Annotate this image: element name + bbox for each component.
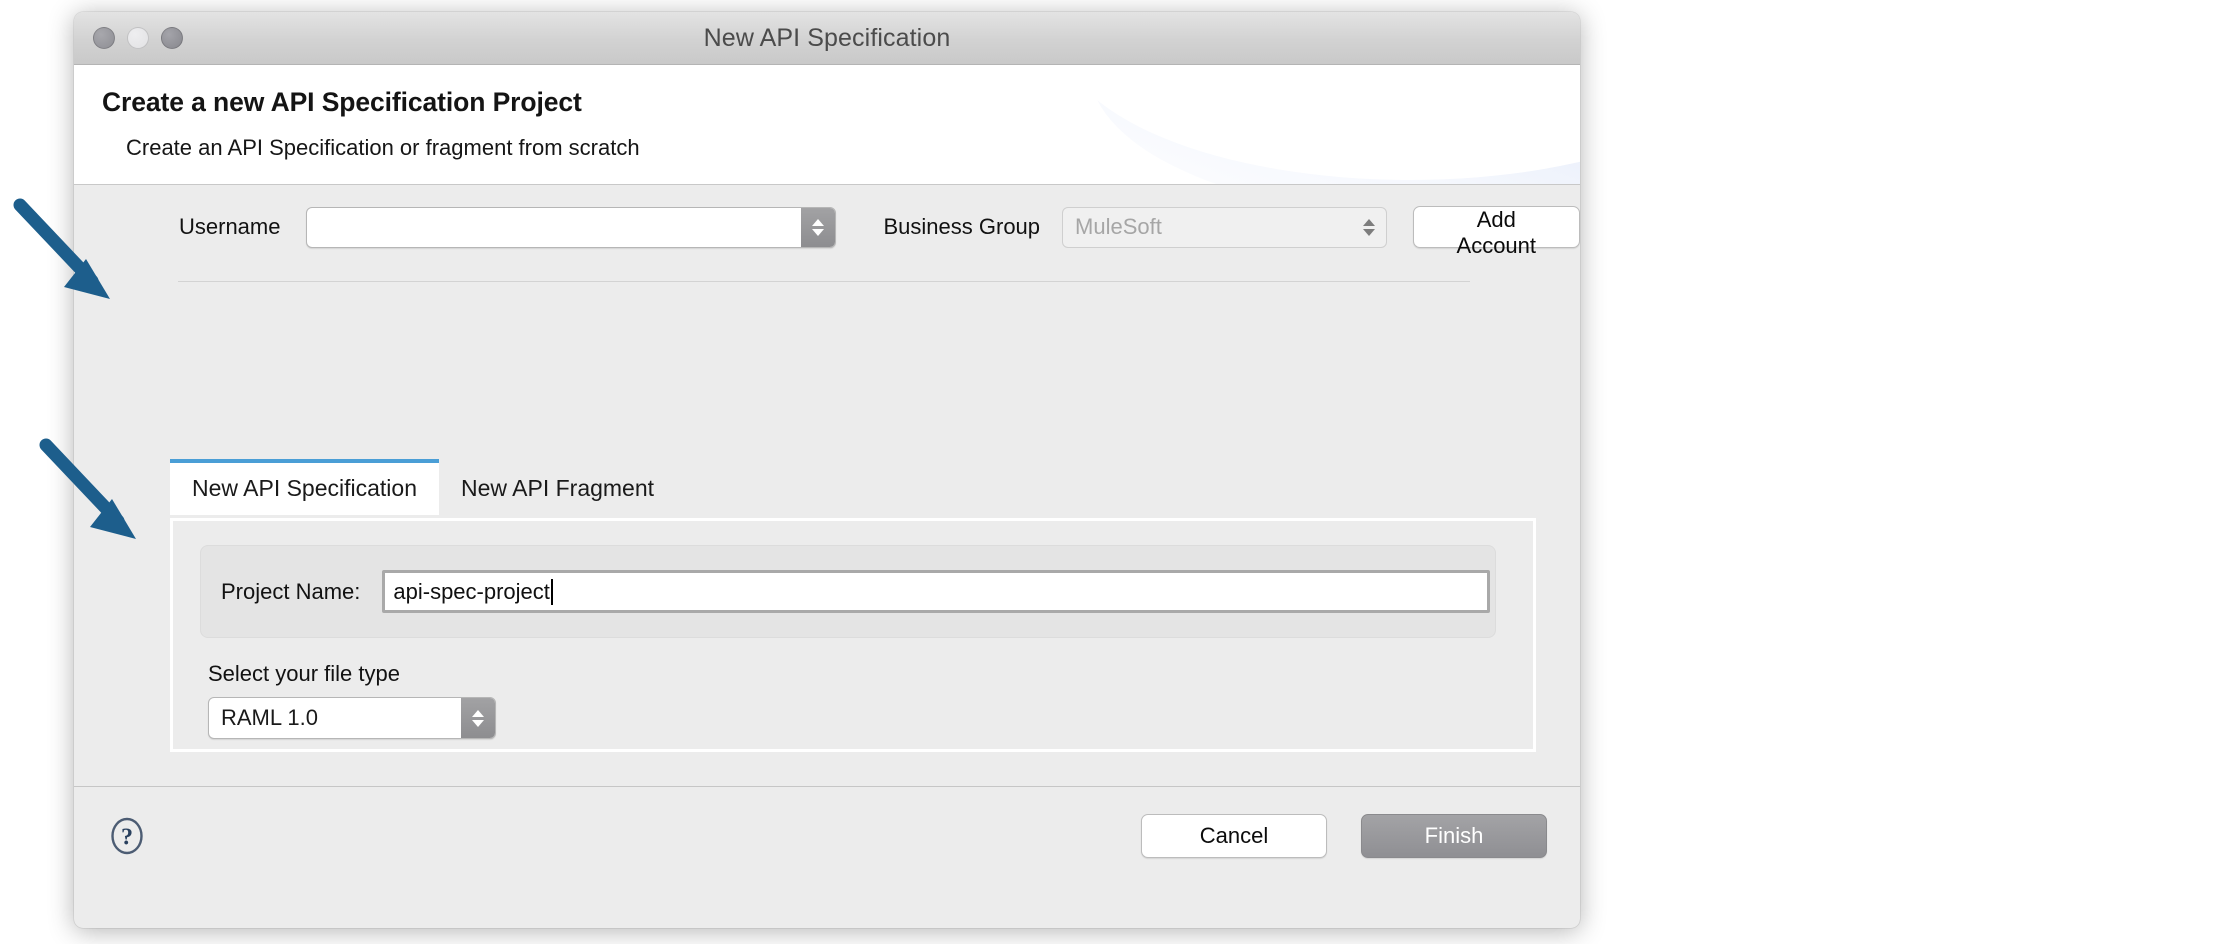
help-icon[interactable]: ? bbox=[107, 816, 147, 856]
username-stepper-icon[interactable] bbox=[801, 208, 835, 247]
username-combo[interactable] bbox=[306, 207, 835, 248]
tab-bar: New API Specification New API Fragment bbox=[170, 459, 676, 515]
business-group-combo[interactable]: MuleSoft bbox=[1062, 207, 1387, 248]
dialog-header: Create a new API Specification Project C… bbox=[74, 65, 1580, 185]
header-decoration-mask bbox=[1060, 65, 1580, 180]
file-type-dropdown[interactable]: RAML 1.0 bbox=[208, 697, 496, 739]
cancel-button[interactable]: Cancel bbox=[1141, 814, 1327, 858]
tab-new-api-fragment[interactable]: New API Fragment bbox=[439, 459, 676, 515]
business-group-value: MuleSoft bbox=[1063, 214, 1352, 240]
section-divider bbox=[178, 281, 1470, 282]
project-name-label: Project Name: bbox=[221, 579, 360, 605]
business-group-stepper-icon[interactable] bbox=[1352, 208, 1386, 247]
new-api-specification-dialog: New API Specification Create a new API S… bbox=[74, 12, 1580, 928]
window-controls bbox=[93, 27, 183, 49]
close-button[interactable] bbox=[93, 27, 115, 49]
text-caret bbox=[551, 579, 553, 605]
file-type-value: RAML 1.0 bbox=[209, 705, 461, 731]
project-name-group: Project Name: api-spec-project bbox=[200, 545, 1496, 638]
project-name-value: api-spec-project bbox=[393, 579, 550, 605]
tab-new-api-specification[interactable]: New API Specification bbox=[170, 459, 439, 515]
username-label: Username bbox=[179, 214, 280, 240]
dialog-body: Username Business Group MuleSoft Add Acc… bbox=[74, 185, 1580, 884]
add-account-button[interactable]: Add Account bbox=[1413, 206, 1580, 248]
window-titlebar: New API Specification bbox=[74, 12, 1580, 65]
business-group-label: Business Group bbox=[884, 214, 1041, 240]
file-type-stepper-icon[interactable] bbox=[461, 698, 495, 738]
account-row: Username Business Group MuleSoft Add Acc… bbox=[74, 185, 1580, 269]
dialog-footer: ? Cancel Finish bbox=[74, 786, 1580, 884]
window-title: New API Specification bbox=[74, 24, 1580, 53]
project-name-input[interactable]: api-spec-project bbox=[382, 570, 1490, 613]
maximize-button[interactable] bbox=[161, 27, 183, 49]
svg-text:?: ? bbox=[121, 824, 133, 850]
minimize-button[interactable] bbox=[127, 27, 149, 49]
header-decoration-swoosh bbox=[1090, 65, 1580, 185]
page-subtitle: Create an API Specification or fragment … bbox=[126, 135, 1580, 161]
finish-button[interactable]: Finish bbox=[1361, 814, 1547, 858]
file-type-label: Select your file type bbox=[208, 661, 400, 687]
page-title: Create a new API Specification Project bbox=[102, 87, 1580, 118]
screenshot-canvas: New API Specification Create a new API S… bbox=[0, 0, 2214, 944]
tab-panel-new-api-specification: Project Name: api-spec-project Select yo… bbox=[170, 518, 1536, 752]
